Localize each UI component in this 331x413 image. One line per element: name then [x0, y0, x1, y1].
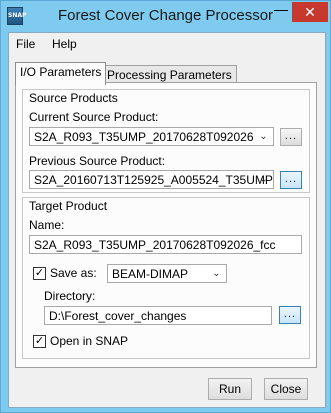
chevron-down-icon: ⌄	[259, 131, 268, 142]
current-source-browse-button[interactable]: ...	[280, 128, 302, 146]
menu-help[interactable]: Help	[52, 37, 77, 51]
directory-label: Directory:	[44, 289, 96, 303]
close-icon: ✕	[304, 4, 316, 20]
target-product-group: Target Product Name: S2A_R093_T35UMP_201…	[22, 197, 310, 359]
app-window: SNAP Forest Cover Change Processor — ✕ F…	[0, 0, 331, 413]
tab-io-parameters[interactable]: I/O Parameters	[15, 62, 107, 85]
chevron-down-icon: ⌄	[259, 174, 268, 185]
checkmark-icon: ✓	[34, 335, 45, 347]
directory-value: D:\Forest_cover_changes	[49, 309, 187, 323]
previous-source-label: Previous Source Product:	[29, 154, 166, 168]
source-products-title: Source Products	[29, 91, 118, 105]
save-as-checkbox[interactable]: ✓	[33, 267, 46, 280]
menu-file[interactable]: File	[16, 37, 35, 51]
current-source-combo[interactable]: S2A_R093_T35UMP_20170628T092026 ⌄	[29, 127, 274, 146]
directory-browse-button[interactable]: ...	[279, 306, 301, 324]
current-source-value: S2A_R093_T35UMP_20170628T092026	[34, 130, 254, 144]
dialog-client: File Help I/O Parameters Processing Para…	[8, 32, 326, 408]
previous-source-browse-button[interactable]: ...	[280, 171, 302, 189]
open-in-snap-label: Open in SNAP	[50, 334, 129, 348]
minimize-icon: —	[274, 1, 288, 17]
target-name-value: S2A_R093_T35UMP_20170628T092026_fcc	[34, 238, 276, 252]
name-label: Name:	[29, 218, 65, 232]
checkmark-icon: ✓	[34, 267, 45, 279]
title-bar[interactable]: SNAP Forest Cover Change Processor — ✕	[1, 1, 330, 31]
current-source-label: Current Source Product:	[29, 110, 159, 124]
run-button[interactable]: Run	[208, 378, 252, 400]
save-as-label: Save as:	[50, 266, 97, 280]
io-parameters-panel: Source Products Current Source Product: …	[15, 82, 317, 368]
open-in-snap-checkbox[interactable]: ✓	[33, 335, 46, 348]
previous-source-value: S2A_20160713T125925_A005524_T35UMP	[34, 173, 273, 187]
target-product-title: Target Product	[29, 199, 108, 213]
target-name-input[interactable]: S2A_R093_T35UMP_20170628T092026_fcc	[29, 235, 302, 254]
save-format-value: BEAM-DIMAP	[112, 267, 189, 281]
save-format-combo[interactable]: BEAM-DIMAP ⌄	[107, 264, 227, 283]
close-window-button[interactable]: ✕	[292, 2, 328, 22]
source-products-group: Source Products Current Source Product: …	[22, 89, 310, 193]
minimize-button[interactable]: —	[268, 2, 294, 22]
close-button[interactable]: Close	[264, 378, 308, 400]
directory-input[interactable]: D:\Forest_cover_changes	[44, 306, 272, 325]
menu-bar: File Help	[9, 33, 325, 53]
previous-source-combo[interactable]: S2A_20160713T125925_A005524_T35UMP ⌄	[29, 170, 274, 189]
chevron-down-icon: ⌄	[212, 268, 221, 279]
